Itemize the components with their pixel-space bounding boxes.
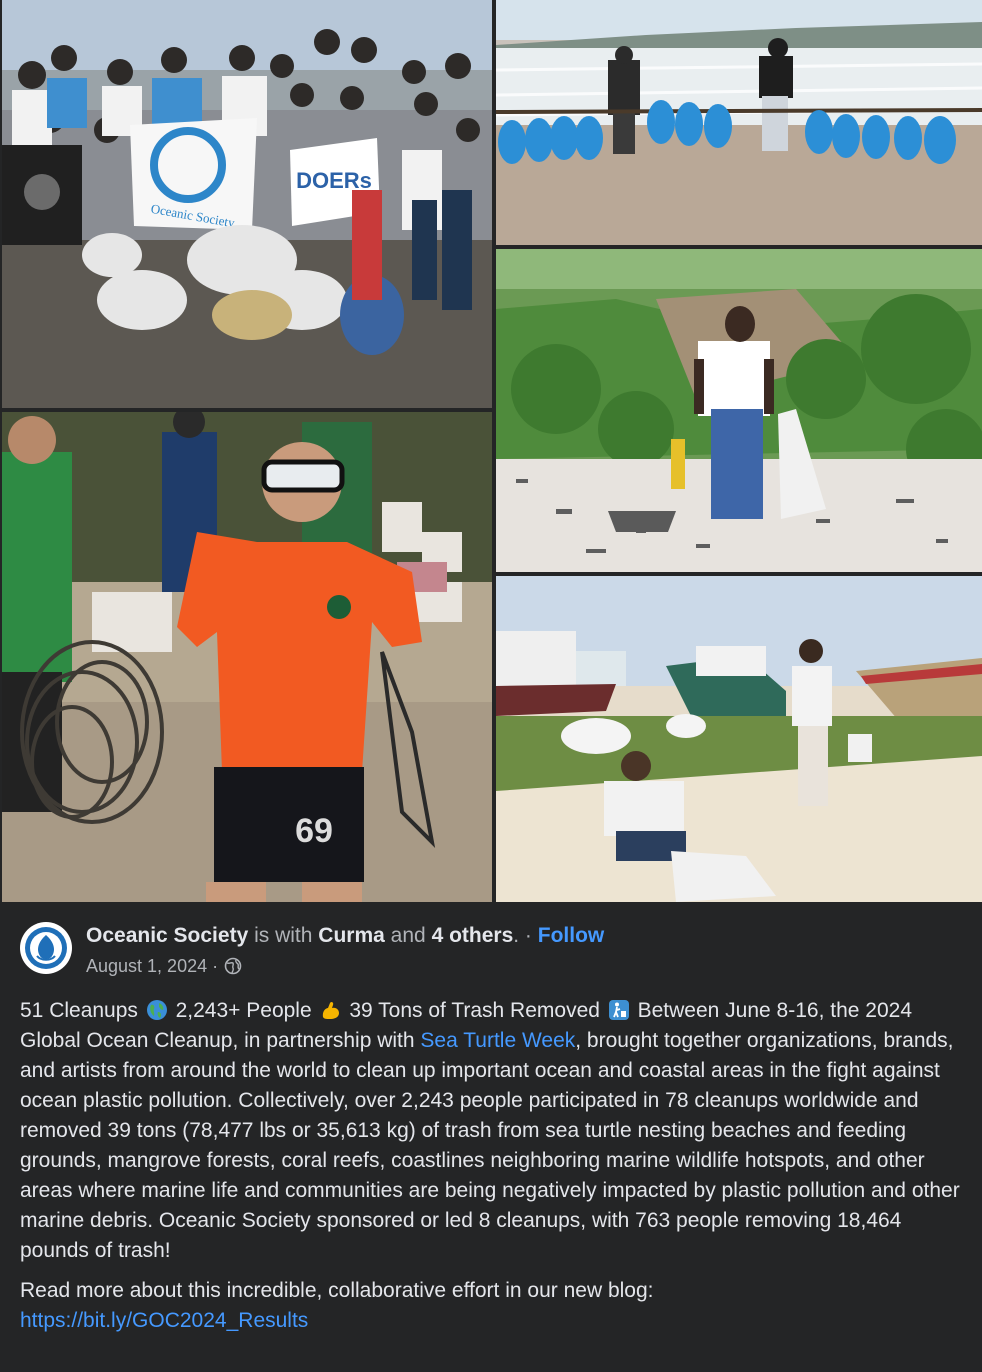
meta-separator: ·: [207, 956, 219, 976]
avatar[interactable]: [20, 922, 72, 974]
beach-bag-carry-photo[interactable]: [496, 0, 982, 245]
tagged-page[interactable]: Curma: [318, 924, 385, 947]
post-meta: August 1, 2024 ·: [86, 954, 604, 978]
follow-button[interactable]: Follow: [538, 924, 605, 947]
trash-person-emoji-icon: [608, 1000, 629, 1020]
post-author-line: Oceanic Society is with Curma and 4 othe…: [86, 922, 604, 950]
post-body: 51 Cleanups 2,243+ People 39 Tons of Tra…: [20, 996, 965, 1336]
tagged-others[interactable]: 4 others: [432, 924, 514, 947]
period-separator: . ·: [513, 924, 538, 947]
post-header: Oceanic Society is with Curma and 4 othe…: [20, 922, 962, 982]
author-name[interactable]: Oceanic Society: [86, 924, 248, 947]
read-more-text: Read more about this incredible, collabo…: [20, 1279, 654, 1302]
blog-link[interactable]: https://bit.ly/GOC2024_Results: [20, 1309, 308, 1332]
group-photo-with-banners[interactable]: Oceanic Society DOERs: [2, 0, 492, 408]
svg-text:69: 69: [295, 812, 333, 850]
and-text: and: [390, 924, 426, 947]
svg-text:DOERs: DOERs: [296, 168, 372, 193]
boats-beach-cleanup-photo[interactable]: [496, 576, 982, 902]
stat-people: 2,243+ People: [175, 999, 312, 1022]
snorkeler-holding-net-photo[interactable]: 69: [2, 412, 492, 902]
flexed-biceps-emoji-icon: [322, 1001, 339, 1019]
globe-emoji-icon: [146, 1000, 167, 1020]
stat-tons: 39 Tons of Trash Removed: [349, 999, 600, 1022]
post-card: Oceanic Society is with Curma and 4 othe…: [0, 902, 982, 1336]
read-more-paragraph: Read more about this incredible, collabo…: [20, 1276, 965, 1336]
oceanic-society-logo-icon: [25, 927, 67, 969]
post-date[interactable]: August 1, 2024: [86, 954, 207, 978]
globe-icon: [224, 957, 242, 975]
photo-grid: Oceanic Society DOERs 69: [0, 0, 982, 902]
woman-collecting-trash-photo[interactable]: [496, 249, 982, 572]
stat-cleanups: 51 Cleanups: [20, 999, 138, 1022]
sea-turtle-week-link[interactable]: Sea Turtle Week: [420, 1029, 575, 1052]
with-text: is with: [254, 924, 313, 947]
post-text-part-b: , brought together organizations, brands…: [20, 1029, 960, 1262]
